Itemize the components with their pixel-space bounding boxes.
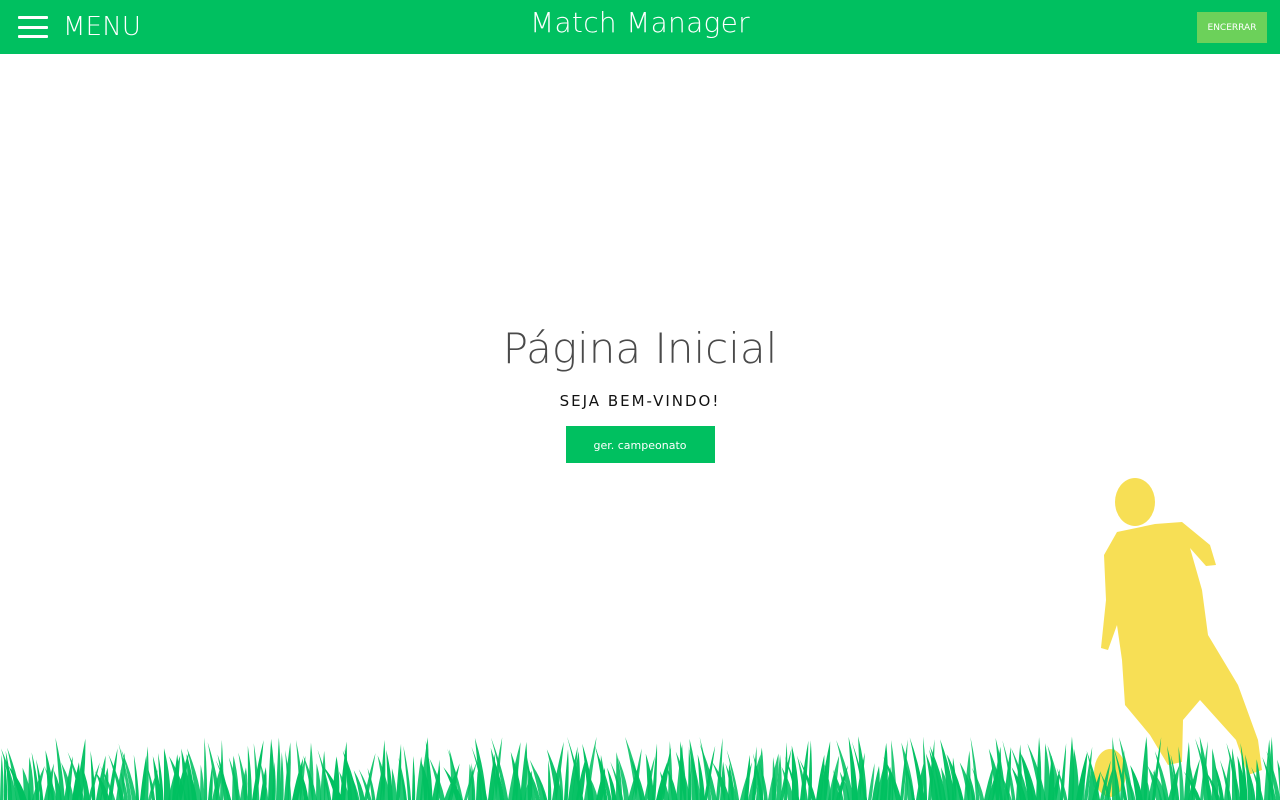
manage-championship-button[interactable]: ger. campeonato — [565, 426, 715, 463]
welcome-message: SEJA BEM-VINDO! — [559, 392, 721, 410]
soccer-player-silhouette-icon — [1094, 478, 1262, 797]
grass-decoration — [0, 736, 1280, 800]
page-title: Página Inicial — [502, 324, 778, 373]
main-content: Página Inicial SEJA BEM-VINDO! ger. camp… — [0, 320, 1280, 463]
